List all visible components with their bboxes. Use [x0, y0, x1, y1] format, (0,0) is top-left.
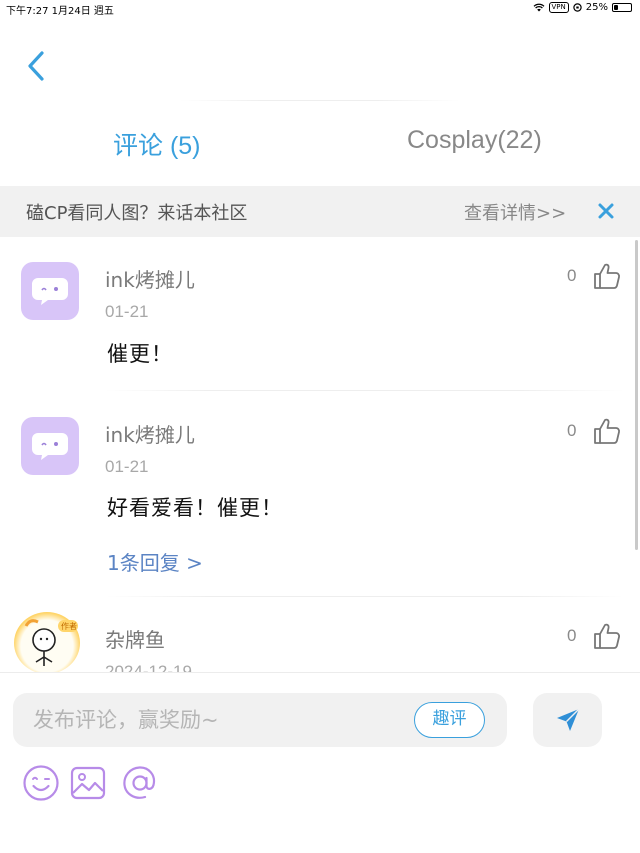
at-icon[interactable]: [121, 764, 159, 802]
quping-button[interactable]: 趣评: [414, 702, 485, 738]
thumbs-up-icon[interactable]: [592, 261, 622, 291]
thumbs-up-icon[interactable]: [592, 416, 622, 446]
avatar[interactable]: [21, 262, 79, 320]
tab-cosplay[interactable]: Cosplay(22): [407, 126, 542, 155]
chevron-left-icon: [28, 51, 44, 81]
status-time-date: 下午7:27 1月24日 週五: [6, 6, 114, 17]
banner-text: 磕CP看同人图？来话本社区: [26, 203, 248, 224]
promo-banner: 磕CP看同人图？来话本社区 查看详情>>: [0, 186, 640, 237]
scrollbar[interactable]: [635, 240, 638, 550]
avatar[interactable]: [21, 417, 79, 475]
comment-date: 01-21: [105, 457, 149, 476]
nav-divider: [180, 100, 460, 101]
battery-percent: 25%: [585, 2, 608, 13]
send-button[interactable]: [533, 693, 602, 747]
author-badge: 作者: [61, 622, 77, 631]
comment-content: 好看爱看！催更！: [107, 496, 283, 520]
view-replies-link[interactable]: 1条回复 >: [107, 547, 203, 576]
close-icon[interactable]: [595, 200, 617, 222]
comment-username[interactable]: 杂牌鱼: [105, 624, 165, 653]
comment-content: 催更！: [107, 342, 173, 366]
battery-icon: [612, 3, 632, 12]
like-count: 0: [567, 626, 577, 645]
vpn-badge: VPN: [548, 2, 569, 13]
emoji-icon[interactable]: [22, 764, 60, 802]
banner-details-link[interactable]: 查看详情>>: [464, 199, 566, 225]
status-indicators: VPN 25%: [533, 2, 632, 13]
comment-date: 01-21: [105, 302, 149, 321]
row-divider: [105, 390, 624, 391]
send-icon: [556, 708, 579, 731]
wifi-icon: [533, 3, 544, 12]
tab-comments[interactable]: 评论 (5): [113, 126, 201, 162]
thumbs-up-icon[interactable]: [592, 621, 622, 651]
back-button[interactable]: [18, 46, 54, 86]
like-count: 0: [567, 266, 577, 285]
comment-composer: 趣评: [0, 672, 640, 853]
row-divider: [105, 596, 624, 597]
image-icon[interactable]: [69, 764, 107, 802]
chat-bubble-avatar-icon: [32, 278, 68, 305]
rotation-lock-icon: [573, 3, 582, 12]
status-bar: 下午7:27 1月24日 週五 VPN 25%: [0, 0, 640, 17]
chat-bubble-avatar-icon: [32, 433, 68, 460]
comment-username[interactable]: ink烤摊儿: [105, 264, 195, 293]
author-avatar[interactable]: 作者: [14, 612, 80, 674]
comment-username[interactable]: ink烤摊儿: [105, 419, 195, 448]
like-count: 0: [567, 421, 577, 440]
